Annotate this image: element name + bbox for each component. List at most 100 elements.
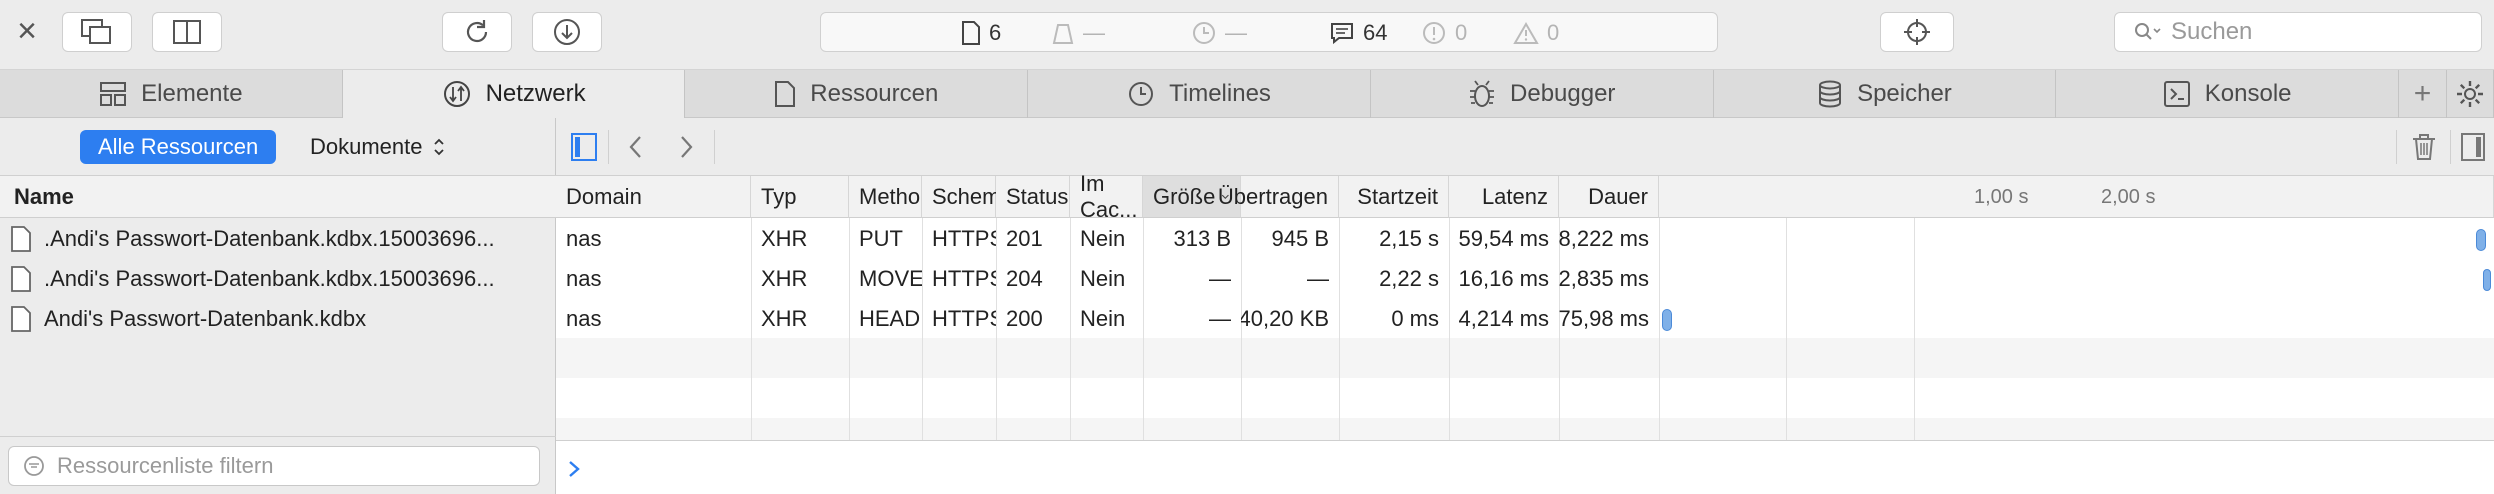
column-divider — [1659, 218, 1660, 440]
column-header-duration[interactable]: Dauer — [1559, 176, 1659, 218]
name-column-header[interactable]: Name — [0, 176, 556, 218]
scope-documents-select[interactable]: Dokumente — [310, 130, 445, 164]
empty-row — [556, 338, 2494, 378]
navigation-bar — [556, 118, 2494, 176]
column-header-method[interactable]: Metho... — [849, 176, 938, 218]
cell-type: XHR — [761, 266, 808, 291]
tab-bar: Elemente Netzwerk Ressourcen Timelines D… — [0, 70, 2494, 118]
cell-scheme: HTTPS — [932, 306, 996, 331]
cell-type: XHR — [761, 306, 808, 331]
scope-all-button[interactable]: Alle Ressourcen — [80, 130, 277, 164]
cell-domain: nas — [566, 306, 602, 331]
column-header-latency[interactable]: Latenz — [1449, 176, 1559, 218]
cell-size: 313 B — [1173, 226, 1232, 251]
error-icon — [1423, 22, 1445, 44]
weight-icon — [1052, 24, 1074, 44]
console-prompt-input[interactable] — [556, 440, 2494, 494]
cell-scheme: HTTPS — [932, 266, 996, 291]
resources-count[interactable]: 6 — [961, 13, 1001, 53]
cell-cache: Nein — [1080, 226, 1126, 251]
cell-transferred: 945 B — [1271, 226, 1330, 251]
elements-icon — [100, 82, 127, 106]
trash-icon[interactable] — [2410, 132, 2438, 162]
document-icon — [962, 21, 980, 45]
download-button[interactable] — [532, 12, 602, 52]
resource-row[interactable]: .Andi's Passwort-Datenbank.kdbx.15003696… — [0, 259, 556, 299]
details-sidebar-icon[interactable] — [2460, 132, 2486, 162]
filter-icon — [24, 456, 44, 476]
column-header-domain[interactable]: Domain — [556, 176, 751, 218]
search-input[interactable]: Suchen — [2114, 12, 2482, 52]
add-tab-button[interactable]: + — [2399, 70, 2447, 118]
tab-storage[interactable]: Speicher — [1714, 70, 2057, 118]
reload-button[interactable] — [442, 12, 512, 52]
timeline-bar — [1662, 309, 1672, 331]
cell-start-time: 2,22 s — [1379, 266, 1439, 291]
cell-duration: 75,98 ms — [1559, 306, 1649, 331]
warning-icon — [1513, 22, 1539, 44]
sidebar-toggle-icon[interactable] — [570, 132, 598, 162]
cell-type: XHR — [761, 226, 808, 251]
network-icon — [443, 81, 470, 107]
settings-button[interactable] — [2447, 70, 2494, 118]
forward-arrow-icon[interactable] — [676, 134, 696, 160]
close-icon[interactable]: × — [12, 14, 42, 48]
cell-start-time: 2,15 s — [1379, 226, 1439, 251]
column-header-transferred[interactable]: Übertragen — [1218, 176, 1339, 218]
resource-row[interactable]: .Andi's Passwort-Datenbank.kdbx.15003696… — [0, 219, 556, 259]
search-icon — [2135, 23, 2161, 40]
empty-row — [556, 418, 2494, 440]
cell-status: 200 — [1006, 306, 1043, 331]
clock-icon — [1193, 22, 1215, 44]
database-icon — [1819, 80, 1842, 108]
cell-transferred: — — [1307, 266, 1329, 291]
cell-status: 204 — [1006, 266, 1043, 291]
column-header-type[interactable]: Typ — [751, 176, 849, 218]
resource-sidebar: Alle Ressourcen Dokumente Name .Andi's P… — [0, 118, 556, 494]
cell-method: PUT — [859, 226, 903, 251]
column-header-status[interactable]: Status — [996, 176, 1070, 218]
tab-resources[interactable]: Ressourcen — [685, 70, 1029, 118]
tab-console[interactable]: Konsole — [2056, 70, 2400, 118]
divider — [2396, 130, 2397, 164]
toolbar: × 6 — — 64 0 0 Suchen — [0, 0, 2494, 70]
scope-bar: Alle Ressourcen Dokumente — [0, 118, 556, 176]
crosshair-icon — [1904, 19, 1930, 45]
prompt-chevron-icon — [569, 461, 580, 477]
tab-debugger[interactable]: Debugger — [1371, 70, 1714, 118]
cell-size: — — [1209, 266, 1231, 291]
cell-latency: 4,214 ms — [1458, 306, 1550, 331]
timeline-gridline — [1914, 218, 1915, 440]
timeline-tick: 1,00 s — [1974, 185, 2029, 208]
divider — [714, 130, 715, 164]
speech-bubble-icon — [1331, 23, 1353, 45]
cell-latency: 59,54 ms — [1458, 226, 1550, 251]
column-header-timeline[interactable] — [1659, 176, 2494, 218]
tab-timelines[interactable]: Timelines — [1028, 70, 1371, 118]
undock-button[interactable] — [62, 12, 132, 52]
cell-domain: nas — [566, 226, 602, 251]
console-messages-count[interactable]: 64 — [1329, 13, 1387, 53]
cell-scheme: HTTPS — [932, 226, 996, 251]
tab-network[interactable]: Netzwerk — [342, 70, 686, 118]
resource-row[interactable]: Andi's Passwort-Datenbank.kdbx — [0, 299, 556, 339]
inspect-element-button[interactable] — [1880, 12, 1954, 52]
cell-latency: 16,16 ms — [1458, 266, 1550, 291]
warnings-count[interactable]: 0 — [1513, 13, 1559, 53]
column-header-cache[interactable]: Im Cac... — [1070, 171, 1143, 222]
back-arrow-icon[interactable] — [626, 134, 646, 160]
download-icon — [554, 19, 580, 45]
cell-cache: Nein — [1080, 266, 1126, 291]
file-icon — [11, 306, 31, 332]
split-view-button[interactable] — [152, 12, 222, 52]
cell-method: MOVE — [859, 266, 922, 291]
cell-size: — — [1209, 306, 1231, 331]
cell-status: 201 — [1006, 226, 1043, 251]
column-header-start-time[interactable]: Startzeit — [1339, 176, 1449, 218]
reload-icon — [466, 20, 488, 43]
column-header-scheme[interactable]: Schema — [922, 176, 1013, 218]
tab-elements[interactable]: Elemente — [0, 70, 343, 118]
errors-count[interactable]: 0 — [1421, 13, 1467, 53]
clock-icon — [1129, 82, 1154, 106]
resource-filter-input[interactable]: Ressourcenliste filtern — [8, 446, 540, 486]
